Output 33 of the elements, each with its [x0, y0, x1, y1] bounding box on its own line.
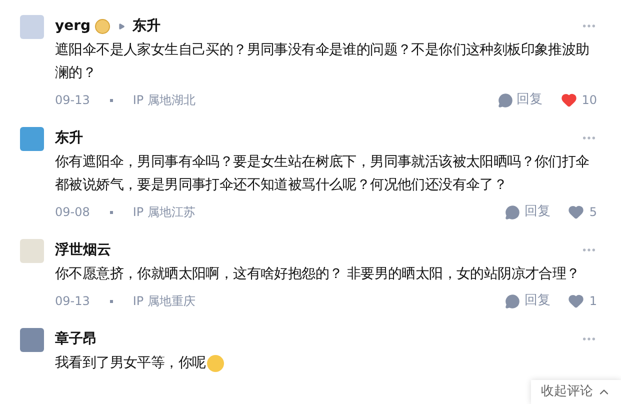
dot-separator — [110, 300, 113, 302]
collapse-comments-button[interactable]: 收起评论 — [531, 380, 621, 404]
dot-separator — [110, 98, 113, 102]
avatar[interactable] — [20, 328, 44, 352]
comment-icon — [505, 294, 520, 308]
reply-button[interactable]: 回复 — [505, 202, 550, 222]
avatar[interactable] — [20, 15, 44, 39]
reply-target-name[interactable]: 东升 — [132, 16, 161, 36]
comment-icon — [505, 204, 520, 220]
ip-location: IP 属地湖北 — [132, 92, 196, 109]
comment-icon — [498, 92, 513, 108]
comment-text: 你有遮阳伞，男同事有伞吗？要是女生站在树底下，男同事就活该被太阳晒吗？你们打伞都被说娇气，要是男同事打伞还不知道被骂什么呢？何况他们还没有伞了？ — [55, 153, 590, 195]
dot-separator — [110, 210, 113, 214]
comment-text: 你不愿意挤，你就晒太阳啊，这有啥好抱怨的？ 非要男的晒太阳，女的站阴凉才合理？ — [55, 265, 580, 284]
author-name[interactable]: yerg — [55, 16, 91, 36]
comment-date: 09-13 — [55, 92, 90, 109]
comment-date: 09-08 — [55, 204, 90, 221]
avatar[interactable] — [20, 239, 44, 263]
comment-text: 我看到了男女平等，你呢 — [55, 354, 206, 373]
avatar[interactable] — [20, 127, 44, 151]
like-button[interactable]: 10 — [560, 91, 597, 109]
author-name[interactable]: 章子昂 — [55, 328, 97, 350]
author-name[interactable]: 浮世烟云 — [55, 240, 111, 260]
ip-location: IP 属地重庆 — [132, 293, 196, 310]
like-button[interactable]: 1 — [568, 292, 597, 310]
arrow-icon — [118, 22, 125, 30]
author-name[interactable]: 东升 — [55, 128, 83, 148]
reply-button[interactable]: 回复 — [498, 90, 543, 110]
comment-text: 遮阳伞不是人家女生自己买的？男同事没有伞是谁的问题？不是你们这种刻板印象推波助澜的？ — [55, 41, 590, 83]
reply-button[interactable]: 回复 — [505, 291, 550, 311]
ip-location: IP 属地江苏 — [132, 204, 196, 221]
like-button[interactable]: 5 — [568, 203, 597, 221]
comment-date: 09-13 — [55, 293, 90, 310]
